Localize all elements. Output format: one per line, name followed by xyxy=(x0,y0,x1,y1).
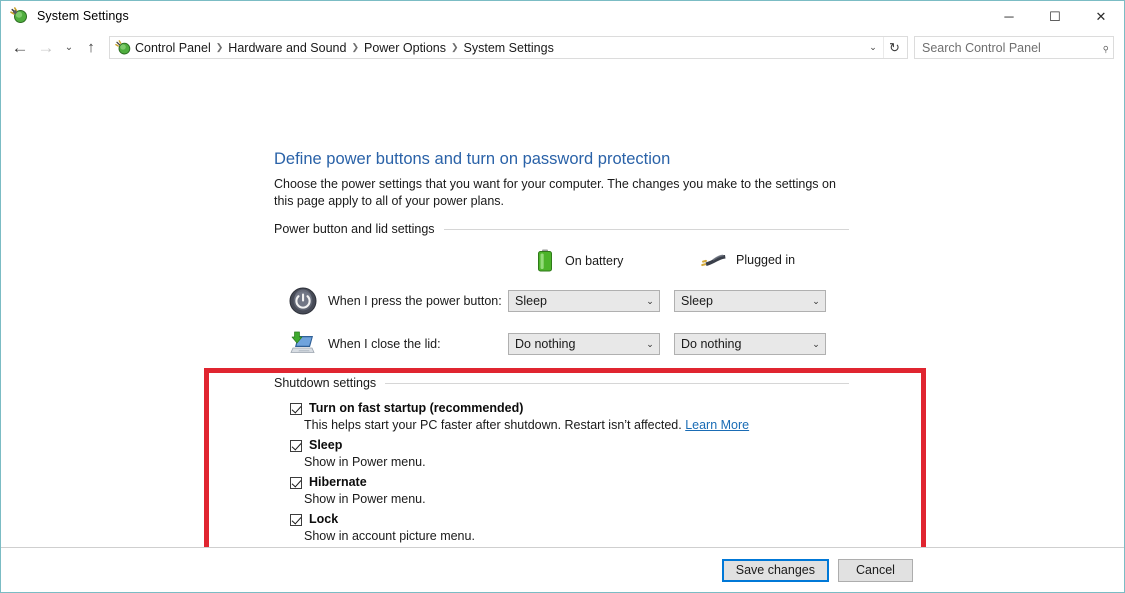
up-icon[interactable]: ↑ xyxy=(79,35,103,61)
minimize-button[interactable]: ─ xyxy=(986,1,1032,32)
checkbox-lock[interactable] xyxy=(290,514,302,526)
learn-more-link[interactable]: Learn More xyxy=(685,418,749,432)
checkbox-fast-startup-label: Turn on fast startup (recommended) xyxy=(309,401,524,415)
power-settings-group-header: Power button and lid settings xyxy=(274,222,849,236)
title-bar: System Settings ─ ☐ ✕ xyxy=(1,0,1124,31)
dialog-footer: Save changes Cancel xyxy=(1,547,1124,592)
checkbox-sleep-description: Show in Power menu. xyxy=(304,455,426,469)
shutdown-settings-group-header: Shutdown settings xyxy=(274,376,849,390)
refresh-icon[interactable]: ↻ xyxy=(883,37,905,58)
column-header-on-battery-label: On battery xyxy=(565,254,624,268)
checkbox-hibernate-label: Hibernate xyxy=(309,475,367,489)
checkbox-row-hibernate[interactable]: Hibernate xyxy=(290,475,367,489)
close-lid-on-battery-value: Do nothing xyxy=(515,337,576,351)
close-button[interactable]: ✕ xyxy=(1078,1,1124,32)
checkbox-sleep[interactable] xyxy=(290,440,302,452)
setting-row-power-button: When I press the power button: xyxy=(289,287,502,315)
power-settings-group-label: Power button and lid settings xyxy=(274,222,435,236)
breadcrumb-system-settings[interactable]: System Settings xyxy=(460,41,558,55)
power-button-icon xyxy=(289,287,317,315)
close-lid-plugged-in-value: Do nothing xyxy=(681,337,742,351)
column-header-plugged-in: Plugged in xyxy=(699,248,795,272)
breadcrumb-hardware-and-sound[interactable]: Hardware and Sound xyxy=(224,41,350,55)
address-bar-actions: ⌄ ↻ xyxy=(863,37,905,58)
close-lid-plugged-in-select[interactable]: Do nothing ⌄ xyxy=(674,333,826,355)
chevron-down-icon[interactable]: ⌄ xyxy=(807,339,825,350)
checkbox-row-sleep[interactable]: Sleep xyxy=(290,438,342,452)
checkbox-hibernate-description: Show in Power menu. xyxy=(304,492,426,506)
group-divider xyxy=(385,382,849,384)
checkbox-hibernate[interactable] xyxy=(290,477,302,489)
chevron-down-icon[interactable]: ⌄ xyxy=(641,339,659,350)
breadcrumb-control-panel[interactable]: Control Panel xyxy=(131,41,215,55)
laptop-lid-icon xyxy=(289,330,317,358)
fast-startup-description-text: This helps start your PC faster after sh… xyxy=(304,418,682,432)
search-input[interactable] xyxy=(922,40,1102,55)
setting-row-close-lid-label: When I close the lid: xyxy=(328,337,441,351)
checkbox-fast-startup-description: This helps start your PC faster after sh… xyxy=(304,418,749,432)
window-title: System Settings xyxy=(37,9,129,23)
setting-row-close-lid: When I close the lid: xyxy=(289,330,441,358)
power-button-on-battery-select[interactable]: Sleep ⌄ xyxy=(508,290,660,312)
cancel-button[interactable]: Cancel xyxy=(838,558,913,582)
chevron-down-icon[interactable]: ⌄ xyxy=(863,37,883,58)
power-plug-icon xyxy=(115,39,131,56)
checkbox-row-lock[interactable]: Lock xyxy=(290,512,338,526)
recent-locations-icon[interactable]: ⌄ xyxy=(59,35,79,61)
battery-icon xyxy=(534,248,556,274)
page-description: Choose the power settings that you want … xyxy=(274,177,836,208)
shutdown-settings-group-label: Shutdown settings xyxy=(274,376,377,390)
breadcrumb-separator-icon: ❯ xyxy=(351,42,359,52)
power-button-plugged-in-select[interactable]: Sleep ⌄ xyxy=(674,290,826,312)
group-divider xyxy=(443,228,849,230)
close-lid-on-battery-select[interactable]: Do nothing ⌄ xyxy=(508,333,660,355)
checkbox-row-fast-startup[interactable]: Turn on fast startup (recommended) xyxy=(290,401,523,415)
column-header-plugged-in-label: Plugged in xyxy=(736,253,796,267)
chevron-down-icon[interactable]: ⌄ xyxy=(807,296,825,307)
chevron-down-icon[interactable]: ⌄ xyxy=(641,296,659,307)
page-title: Define power buttons and turn on passwor… xyxy=(274,150,671,168)
column-header-on-battery: On battery xyxy=(534,248,623,274)
breadcrumb-separator-icon: ❯ xyxy=(215,42,224,52)
checkbox-lock-description: Show in account picture menu. xyxy=(304,529,475,543)
system-settings-window: System Settings ─ ☐ ✕ ← → ⌄ ↑ Control Pa… xyxy=(0,0,1125,593)
maximize-button[interactable]: ☐ xyxy=(1032,1,1078,32)
navigation-bar: ← → ⌄ ↑ Control Panel ❯ Hardware and Sou… xyxy=(1,31,1124,64)
forward-icon: → xyxy=(37,37,55,57)
back-icon[interactable]: ← xyxy=(7,35,33,61)
search-box[interactable]: ⌕ xyxy=(914,36,1114,59)
address-bar[interactable]: Control Panel ❯ Hardware and Sound ❯ Pow… xyxy=(109,36,908,59)
checkbox-lock-label: Lock xyxy=(309,512,339,526)
checkbox-fast-startup[interactable] xyxy=(290,403,302,415)
setting-row-power-button-label: When I press the power button: xyxy=(328,294,502,308)
main-content: Define power buttons and turn on passwor… xyxy=(1,64,1124,572)
power-plug-icon xyxy=(10,7,28,25)
save-changes-button[interactable]: Save changes xyxy=(721,558,829,582)
window-controls: ─ ☐ ✕ xyxy=(986,1,1124,32)
breadcrumb-separator-icon: ❯ xyxy=(450,42,459,52)
breadcrumb-power-options[interactable]: Power Options xyxy=(360,41,450,55)
power-button-plugged-in-value: Sleep xyxy=(681,294,713,308)
power-button-on-battery-value: Sleep xyxy=(515,294,547,308)
power-plug-icon xyxy=(699,248,727,272)
checkbox-sleep-label: Sleep xyxy=(309,438,343,452)
